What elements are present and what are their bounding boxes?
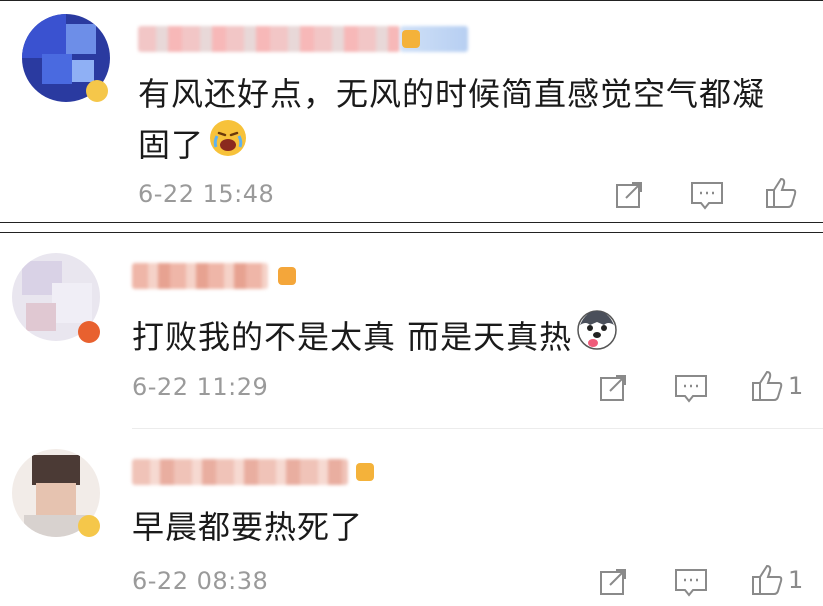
vip-badge-icon — [78, 321, 100, 343]
crying-face-emoji-icon — [208, 118, 248, 171]
timestamp: 6-22 15:48 — [138, 180, 275, 208]
comment-text: 打败我的不是太真 而是天真热 — [132, 309, 618, 364]
username-blurred[interactable] — [138, 26, 400, 52]
reply-button[interactable] — [674, 567, 708, 599]
timestamp: 6-22 08:38 — [132, 567, 269, 595]
username-blurred[interactable] — [132, 263, 268, 289]
section-divider-top — [0, 222, 823, 223]
timestamp: 6-22 11:29 — [132, 373, 269, 401]
share-icon — [600, 569, 626, 595]
like-icon — [752, 370, 783, 401]
username-blurred[interactable] — [132, 459, 348, 485]
comment-text: 有风还好点，无风的时候简直感觉空气都凝 固了 — [138, 70, 765, 171]
like-count: 1 — [788, 566, 804, 594]
reply-button[interactable] — [674, 373, 708, 405]
comment-line-2-row: 固了 — [138, 118, 765, 171]
share-icon — [616, 182, 642, 208]
crown-icon — [402, 30, 420, 48]
like-button[interactable] — [764, 176, 802, 210]
vip-badge-icon — [78, 515, 100, 537]
share-button[interactable] — [598, 371, 630, 403]
like-icon — [766, 177, 797, 208]
comment-line-1: 有风还好点，无风的时候简直感觉空气都凝 — [138, 75, 766, 113]
crown-icon — [278, 267, 296, 285]
reply-button[interactable] — [690, 180, 724, 212]
comment-card: 打败我的不是太真 而是天真热 6-22 11:29 1 — [0, 233, 823, 428]
share-icon — [600, 375, 626, 401]
crown-icon — [356, 463, 374, 481]
comment-text-content: 打败我的不是太真 而是天真热 — [132, 317, 573, 356]
share-button[interactable] — [598, 565, 630, 597]
like-button[interactable]: 1 — [750, 563, 803, 597]
comment-card: 有风还好点，无风的时候简直感觉空气都凝 固了 6-22 15:48 — [0, 0, 823, 222]
comment-text: 早晨都要热死了 — [132, 508, 364, 546]
comment-line-2: 固了 — [138, 125, 205, 164]
husky-tongue-emoji-icon — [576, 309, 618, 364]
like-icon — [752, 564, 783, 595]
comment-card: 早晨都要热死了 6-22 08:38 1 — [0, 429, 823, 606]
comment-icon — [691, 182, 723, 210]
comment-icon — [675, 569, 707, 597]
like-count: 1 — [788, 372, 804, 400]
like-button[interactable]: 1 — [750, 369, 803, 403]
vip-badge-icon — [86, 80, 108, 102]
comment-icon — [675, 375, 707, 403]
share-button[interactable] — [614, 178, 646, 210]
